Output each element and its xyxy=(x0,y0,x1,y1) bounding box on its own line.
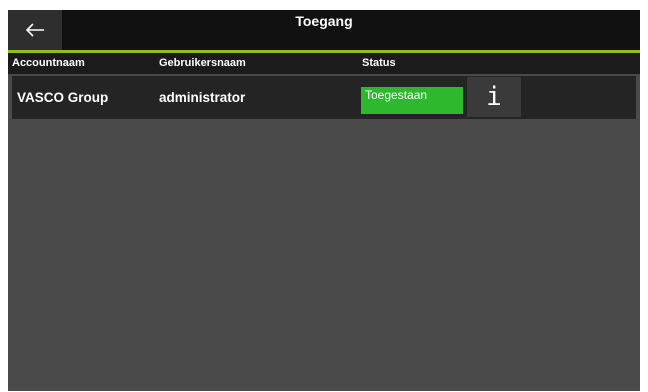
info-button[interactable]: i xyxy=(467,77,521,117)
title-bar: Toegang xyxy=(8,10,640,50)
table-row[interactable]: VASCO Group administrator Toegestaan i xyxy=(12,76,636,119)
page-title: Toegang xyxy=(295,13,353,29)
status-label: Toegestaan xyxy=(365,88,428,102)
access-screen: Toegang Accountnaam Gebruikersnaam Statu… xyxy=(8,10,640,391)
status-badge: Toegestaan xyxy=(361,87,463,114)
table-header: Accountnaam Gebruikersnaam Status xyxy=(8,53,640,74)
info-icon: i xyxy=(486,82,502,112)
account-name: VASCO Group xyxy=(17,90,109,105)
column-header-username: Gebruikersnaam xyxy=(159,57,246,69)
column-header-account: Accountnaam xyxy=(12,57,85,69)
column-header-status: Status xyxy=(362,57,396,69)
username: administrator xyxy=(159,90,246,105)
